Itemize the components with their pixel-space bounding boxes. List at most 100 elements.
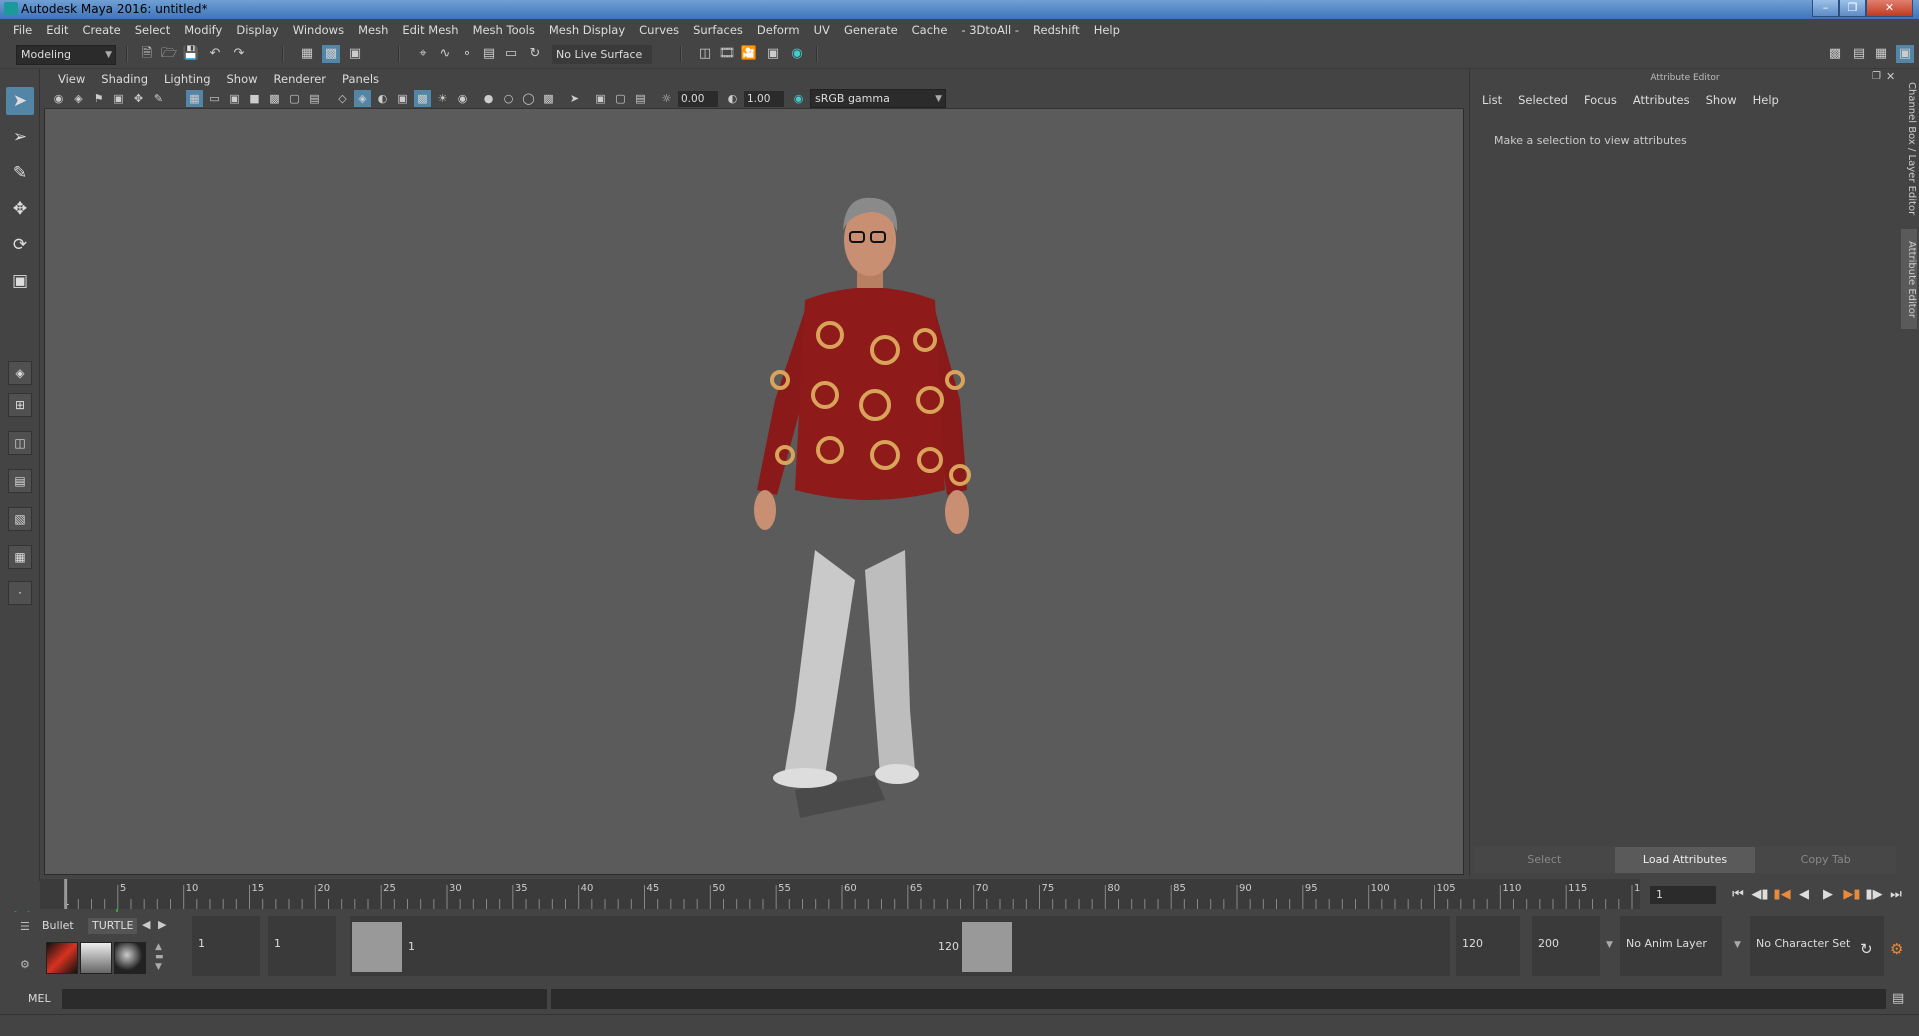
depth-of-field-icon[interactable]: ◯ <box>520 90 537 107</box>
snap-view-plane-icon[interactable]: ▤ <box>480 45 498 63</box>
gamma-field[interactable]: 1.00 <box>744 91 784 107</box>
screen-space-ao-icon[interactable]: ◉ <box>454 90 471 107</box>
safe-title-icon[interactable]: ▤ <box>306 90 323 107</box>
xray-active-icon[interactable]: ▢ <box>612 90 629 107</box>
new-scene-icon[interactable]: 🗎 <box>138 45 156 63</box>
mel-language-toggle[interactable]: MEL <box>28 992 51 1005</box>
viewport-menu-panels[interactable]: Panels <box>334 72 387 86</box>
rotate-tool-icon[interactable]: ⟳ <box>6 231 34 259</box>
menu-file[interactable]: File <box>6 23 39 37</box>
film-gate-icon[interactable]: ▭ <box>206 90 223 107</box>
menu-deform[interactable]: Deform <box>750 23 807 37</box>
snap-surface-icon[interactable]: ▭ <box>502 45 520 63</box>
use-all-lights-icon[interactable]: ▩ <box>414 90 431 107</box>
select-component-icon[interactable]: ▣ <box>346 45 364 63</box>
scene-end-field[interactable]: 200 <box>1532 916 1600 976</box>
menu-windows[interactable]: Windows <box>286 23 351 37</box>
smooth-shade-icon[interactable]: ◈ <box>354 90 371 107</box>
minimize-button[interactable]: – <box>1812 0 1839 17</box>
playback-start-field[interactable]: 1 <box>268 916 336 976</box>
close-panel-icon[interactable]: ✕ <box>1886 70 1895 83</box>
scene-start-field[interactable]: 1 <box>192 916 260 976</box>
close-button[interactable]: ✕ <box>1866 0 1913 17</box>
go-to-start-icon[interactable]: ⏮ <box>1728 885 1748 905</box>
snap-together-icon[interactable]: ↻ <box>526 45 544 63</box>
undo-icon[interactable]: ↶ <box>206 45 224 63</box>
save-scene-icon[interactable]: 💾 <box>182 45 200 63</box>
range-start-handle[interactable] <box>352 922 402 972</box>
play-forwards-icon[interactable]: ▶ <box>1818 885 1838 905</box>
snap-grid-icon[interactable]: ⌖ <box>414 45 432 63</box>
layout-icon[interactable]: ▩ <box>1826 45 1844 63</box>
menu-uv[interactable]: UV <box>807 23 837 37</box>
motion-blur-icon[interactable]: ● <box>480 90 497 107</box>
four-view-layout-icon[interactable]: ⊞ <box>8 393 32 417</box>
menu-cache[interactable]: Cache <box>905 23 955 37</box>
range-end-handle[interactable] <box>962 922 1012 972</box>
persp-outliner-layout-icon[interactable]: ◫ <box>8 431 32 455</box>
grid-icon[interactable]: ▦ <box>186 90 203 107</box>
view-transform-dropdown[interactable]: sRGB gamma ▼ <box>810 89 946 108</box>
paint-select-tool-icon[interactable]: ✎ <box>6 159 34 187</box>
attr-menu-list[interactable]: List <box>1474 93 1510 107</box>
gamma-icon[interactable]: ◐ <box>724 90 741 107</box>
move-tool-icon[interactable]: ✥ <box>6 195 34 223</box>
field-chart-icon[interactable]: ▩ <box>266 90 283 107</box>
menu-generate[interactable]: Generate <box>837 23 905 37</box>
color-management-icon[interactable]: ◉ <box>790 90 807 107</box>
menu-modify[interactable]: Modify <box>177 23 229 37</box>
xray-joints-icon[interactable]: ▣ <box>592 90 609 107</box>
viewport-menu-renderer[interactable]: Renderer <box>266 72 335 86</box>
tab-attribute-editor[interactable]: Attribute Editor <box>1901 229 1917 329</box>
menu-mesh[interactable]: Mesh <box>351 23 395 37</box>
step-back-frame-icon[interactable]: ◀▮ <box>1750 885 1770 905</box>
menuset-dropdown[interactable]: Modeling ▼ <box>16 45 116 65</box>
attr-menu-show[interactable]: Show <box>1698 93 1745 107</box>
attr-menu-focus[interactable]: Focus <box>1576 93 1625 107</box>
attr-menu-selected[interactable]: Selected <box>1510 93 1576 107</box>
select-hierarchy-icon[interactable]: ▦ <box>298 45 316 63</box>
step-back-key-icon[interactable]: ▮◀ <box>1772 885 1792 905</box>
gate-mask-icon[interactable]: ■ <box>246 90 263 107</box>
live-surface-field[interactable]: No Live Surface <box>552 45 652 64</box>
tool-settings-icon[interactable]: ▦ <box>1872 45 1890 63</box>
default-material-icon[interactable]: ◐ <box>374 90 391 107</box>
chevron-down-icon[interactable]: ▼ <box>1734 940 1741 950</box>
channel-box-icon[interactable]: ▣ <box>1896 45 1914 63</box>
safe-action-icon[interactable]: ▢ <box>286 90 303 107</box>
persp-uv-layout-icon[interactable]: ▦ <box>8 545 32 569</box>
2d-pan-zoom-icon[interactable]: ✥ <box>130 90 147 107</box>
chevron-down-icon[interactable]: ▼ <box>1606 940 1613 950</box>
camera-attributes-icon[interactable]: ◈ <box>70 90 87 107</box>
range-slider[interactable]: 1 120 <box>350 916 1450 976</box>
ipr-render-icon[interactable]: 🎦 <box>740 45 758 63</box>
step-forward-key-icon[interactable]: ▶▮ <box>1842 885 1862 905</box>
menu-redshift[interactable]: Redshift <box>1026 23 1087 37</box>
single-perspective-layout-icon[interactable]: ◈ <box>8 361 32 385</box>
menu-create[interactable]: Create <box>76 23 128 37</box>
shelf-scroll-left-icon[interactable]: ◀ <box>142 918 150 931</box>
xray-icon[interactable]: ▩ <box>540 90 557 107</box>
textured-icon[interactable]: ▣ <box>394 90 411 107</box>
menu-3dtoall[interactable]: - 3DtoAll - <box>954 23 1026 37</box>
render-settings-icon[interactable]: ◫ <box>696 45 714 63</box>
viewport-menu-show[interactable]: Show <box>219 72 266 86</box>
perspective-viewport[interactable]: persp <box>44 69 1464 940</box>
exposure-field[interactable]: 0.00 <box>678 91 718 107</box>
select-tool-icon[interactable]: ➤ <box>6 87 34 115</box>
shelf-scroll-icon[interactable]: ▲ ▬ ▼ <box>155 942 164 972</box>
play-backwards-icon[interactable]: ◀ <box>1794 885 1814 905</box>
copy-tab-button[interactable]: Copy Tab <box>1755 847 1897 873</box>
select-object-icon[interactable]: ▩ <box>322 45 340 63</box>
shelf-settings-icon[interactable]: ⚙ <box>20 958 30 971</box>
persp-graph-layout-icon[interactable]: ▤ <box>8 469 32 493</box>
shelf-tab-turtle[interactable]: TURTLE <box>88 918 138 934</box>
exposure-icon[interactable]: ☼ <box>658 90 675 107</box>
auto-keyframe-icon[interactable]: ↻ <box>1860 940 1873 958</box>
scale-tool-icon[interactable]: ▣ <box>6 267 34 295</box>
turtle-render-icon[interactable] <box>46 942 78 974</box>
menu-help[interactable]: Help <box>1087 23 1127 37</box>
viewport-menu-lighting[interactable]: Lighting <box>156 72 218 86</box>
redo-icon[interactable]: ↷ <box>230 45 248 63</box>
snap-curve-icon[interactable]: ∿ <box>436 45 454 63</box>
